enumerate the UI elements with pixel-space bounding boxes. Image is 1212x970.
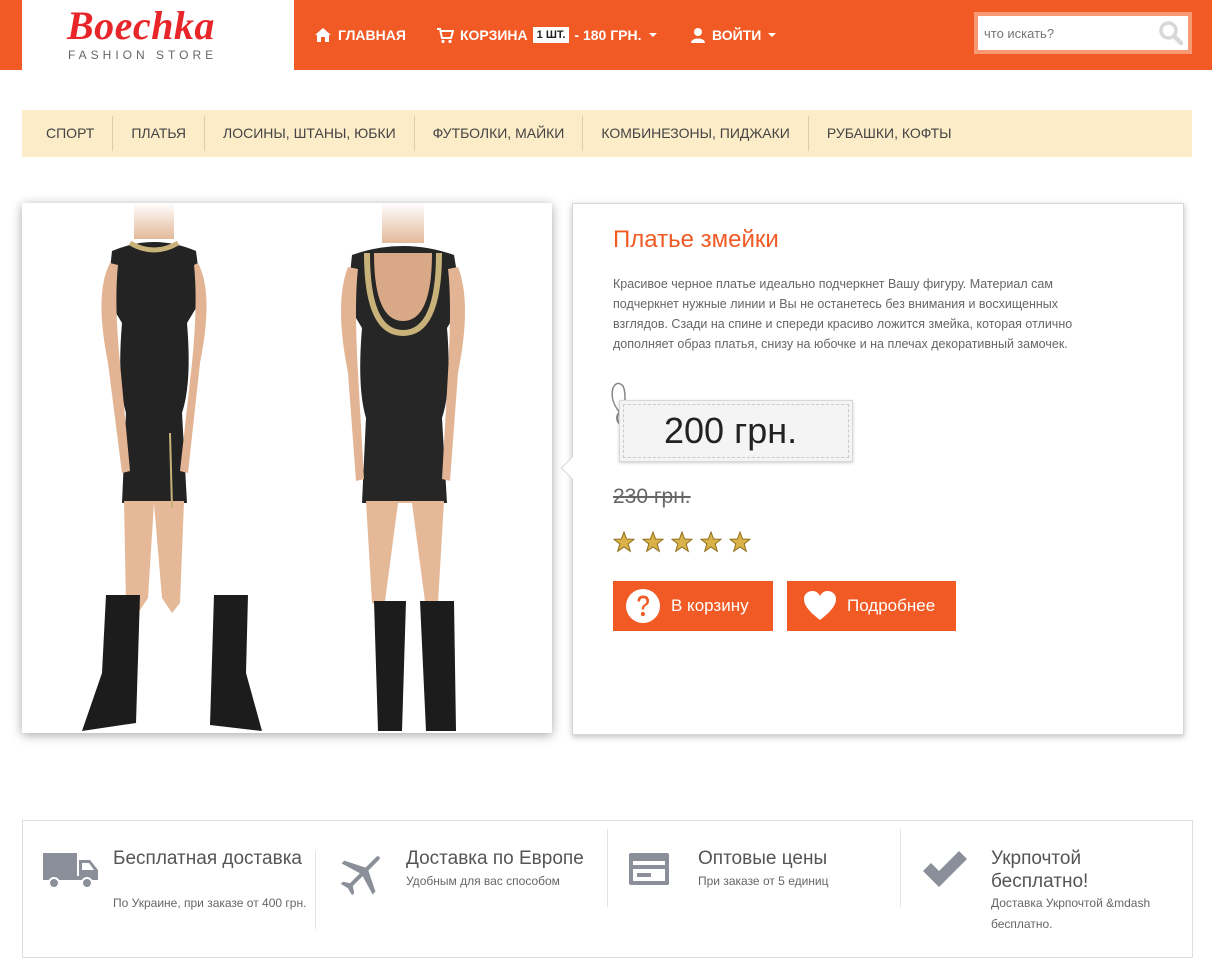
- feature-title: Оптовые цены: [698, 848, 828, 869]
- category-item-tshirts[interactable]: ФУТБОЛКИ, МАЙКИ: [415, 116, 584, 151]
- credit-card-icon: [629, 853, 669, 885]
- truck-icon: [43, 853, 98, 889]
- feature-subtitle: По Украине, при заказе от 400 грн.: [113, 896, 307, 910]
- divider: [900, 829, 901, 907]
- nav-cart-label: КОРЗИНА: [460, 27, 528, 43]
- feature-title: Укрпочтой бесплатно!: [991, 848, 1089, 892]
- features-strip: Бесплатная доставка По Украине, при зака…: [22, 820, 1193, 958]
- chevron-down-icon: [768, 33, 777, 37]
- details-button[interactable]: Подробнее: [787, 581, 956, 631]
- product-info-panel: Платье змейки Красивое черное платье иде…: [560, 203, 1184, 735]
- logo-title: Boechka: [67, 3, 215, 48]
- add-to-cart-button[interactable]: В корзину: [613, 581, 773, 631]
- site-header: Boechka FASHION STORE ГЛАВНАЯ КОРЗИНА 1 …: [0, 0, 1212, 70]
- nav-home-label: ГЛАВНАЯ: [338, 27, 406, 43]
- airplane-icon: [340, 856, 380, 896]
- star-icon: [700, 531, 722, 553]
- category-menu: СПОРТ ПЛАТЬЯ ЛОСИНЫ, ШТАНЫ, ЮБКИ ФУТБОЛК…: [22, 110, 1192, 157]
- category-item-leggings[interactable]: ЛОСИНЫ, ШТАНЫ, ЮБКИ: [205, 116, 415, 151]
- nav-login-dropdown[interactable]: ВОЙТИ: [690, 0, 777, 70]
- divider: [607, 829, 608, 907]
- old-price: 230 грн.: [613, 485, 691, 508]
- heart-icon: [804, 591, 836, 620]
- question-circle-icon: [626, 589, 660, 623]
- star-icon: [613, 531, 635, 553]
- feature-europe-delivery: Доставка по Европе Удобным для вас спосо…: [336, 847, 606, 942]
- feature-title: Доставка по Европе: [406, 848, 584, 869]
- category-item-dresses[interactable]: ПЛАТЬЯ: [113, 116, 206, 151]
- category-item-sport[interactable]: СПОРТ: [22, 116, 114, 151]
- star-icon: [671, 531, 693, 553]
- chevron-down-icon: [648, 33, 657, 37]
- divider: [315, 851, 316, 929]
- user-icon: [691, 27, 705, 43]
- checkmark-icon: [923, 851, 967, 887]
- cart-icon: [437, 27, 454, 43]
- search-icon[interactable]: [1158, 20, 1184, 46]
- panel-pointer: [560, 456, 584, 480]
- search-box: [974, 12, 1192, 54]
- product-photo[interactable]: [22, 203, 552, 733]
- product-description: Красивое черное платье идеально подчеркн…: [613, 277, 1073, 351]
- feature-free-delivery: Бесплатная доставка По Украине, при зака…: [43, 847, 313, 942]
- rating-stars: [613, 531, 758, 553]
- cart-count-badge: 1 ШТ.: [532, 27, 570, 43]
- feature-ukrposhta-free: Укрпочтой бесплатно! Доставка Укрпочтой …: [921, 847, 1181, 942]
- feature-title: Бесплатная доставка: [113, 848, 302, 869]
- nav-home-link[interactable]: ГЛАВНАЯ: [314, 0, 406, 70]
- add-to-cart-label: В корзину: [671, 596, 749, 615]
- logo-tagline: FASHION STORE: [68, 48, 218, 62]
- category-item-jumpsuits[interactable]: КОМБИНЕЗОНЫ, ПИДЖАКИ: [583, 116, 809, 151]
- feature-subtitle: Доставка Укрпочтой &mdash бесплатно.: [991, 896, 1151, 931]
- details-label: Подробнее: [847, 596, 936, 615]
- price-tag: 200 грн.: [619, 400, 853, 462]
- nav-login-label: ВОЙТИ: [712, 27, 762, 43]
- home-icon: [315, 28, 331, 42]
- current-price: 200 грн.: [664, 410, 798, 451]
- product-title: Платье змейки: [613, 226, 779, 253]
- feature-subtitle: Удобным для вас способом: [406, 874, 560, 888]
- logo[interactable]: Boechka FASHION STORE: [22, 0, 294, 70]
- category-item-shirts[interactable]: РУБАШКИ, КОФТЫ: [809, 116, 970, 151]
- cart-total: - 180 ГРН.: [574, 27, 642, 43]
- star-icon: [642, 531, 664, 553]
- model-back: [341, 203, 465, 731]
- feature-subtitle: При заказе от 5 единиц: [698, 874, 829, 888]
- star-icon: [729, 531, 751, 553]
- nav-cart-dropdown[interactable]: КОРЗИНА 1 ШТ. - 180 ГРН.: [436, 0, 657, 70]
- feature-wholesale-prices: Оптовые цены При заказе от 5 единиц: [628, 847, 898, 942]
- model-front: [82, 203, 262, 731]
- search-input[interactable]: [978, 16, 1158, 50]
- dress-photo-image: [82, 203, 465, 731]
